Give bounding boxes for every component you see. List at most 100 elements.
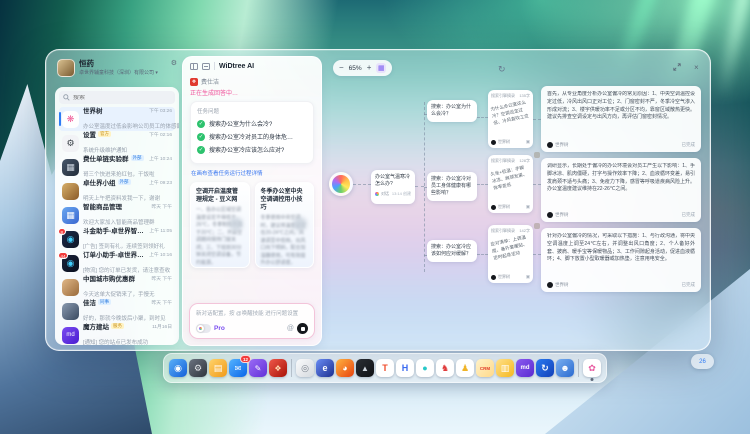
zoom-out-button[interactable]: − — [339, 64, 344, 72]
user-avatar[interactable] — [57, 59, 75, 77]
main-window: 恒药 卓世界辅童科技（深圳）有限公司 ▾ ⚙ ❋ — [45, 49, 711, 351]
layout-grid-icon[interactable]: ▦ — [376, 63, 386, 73]
chat-list-item[interactable]: ◉ 8 斗金助手-卓世界智能… 上午 11:05 [广告] 签到有礼，连续签到领… — [59, 227, 175, 251]
chat-name: 设置 — [83, 129, 96, 139]
result-card-title: 空调开启温度管理规定 - 豆义网 — [196, 188, 244, 204]
chat-list-item[interactable]: 中国城市购优惠群 昨天 下午 今天这单大促销来了，手慢无 — [59, 275, 175, 299]
dock-app-icon[interactable]: ↻ — [536, 359, 554, 377]
search-bar[interactable] — [59, 91, 175, 104]
zoom-in-button[interactable]: + — [367, 64, 372, 72]
user-company[interactable]: 卓世界辅童科技（深圳）有限公司 ▾ — [79, 69, 167, 76]
chat-list-item[interactable]: ❋ 世界树 下午 03:26 办公室温度过低会影响公司员工的体感舒适 — [59, 107, 175, 131]
search-note-node[interactable]: 搜索引擎摘录 135字 为什么办公室这么冷？空调设定过低、冷风直吹工位 世界树 … — [488, 90, 533, 148]
mindmap-canvas[interactable]: − 65% + ▦ ↻ × 办公室气温寒冷怎么办? 对话 — [326, 50, 710, 350]
dock-app-icon[interactable]: ◉ — [169, 359, 187, 377]
mention-skill-icon[interactable]: @ — [287, 325, 294, 332]
answer-text: 首先，从专业角度分析办公室偏冷的常见原因：1、中央空调温控设定过低，冷风出风口正… — [547, 91, 695, 139]
answer-card-node[interactable]: 首先，从专业角度分析办公室偏冷的常见原因：1、中央空调温控设定过低，冷风出风口正… — [541, 86, 701, 152]
dock-app-icon[interactable]: ▲ — [356, 359, 374, 377]
dock-app-icon[interactable]: H — [396, 359, 414, 377]
dock-app-icon[interactable]: ◎ — [296, 359, 314, 377]
refresh-icon[interactable]: ↻ — [498, 64, 506, 75]
chat-name: 智能商品管理 — [83, 201, 122, 211]
stop-generating-button[interactable] — [297, 323, 308, 334]
message-input-box[interactable]: 新对话配置，按 @唤醒技能 进行问题设置 Pro @ — [189, 303, 315, 339]
dock-app-icon[interactable]: md — [516, 359, 534, 377]
chat-list-item[interactable]: md 魔方建站 服务 11月16日 [通知] 您的站点已发布成功 — [59, 323, 175, 345]
dock-app-icon[interactable]: ▤ — [209, 359, 227, 377]
input-placeholder: 新对话配置，按 @唤醒技能 进行问题设置 — [196, 309, 308, 317]
dock-app-icon[interactable]: ♞ — [436, 359, 454, 377]
dock-app-icon[interactable]: ❖ — [269, 359, 287, 377]
generating-status: 正在生成回答中… — [190, 88, 314, 97]
close-icon[interactable]: × — [694, 63, 699, 72]
search-note-node[interactable]: 搜索引擎摘录 142字 应对清单：上调温度、备外套暖贴、定时起身活动 世界树 ▣ — [488, 225, 533, 283]
chat-list-item[interactable]: ◉ 44 订单小助手-卓世界智… 上午 10:16 [物流] 您的订单已发货，请… — [59, 251, 175, 275]
chat-badge: 外部 — [131, 155, 144, 162]
question-text: 搜索：办公室冷应该如何应对缓解？ — [431, 244, 473, 258]
collapse-sidebar-icon[interactable] — [190, 63, 198, 70]
dock-app-icon[interactable]: e — [316, 359, 334, 377]
chat-badge: 同事 — [98, 299, 111, 306]
chat-sidebar: 恒药 卓世界辅童科技（深圳）有限公司 ▾ ⚙ ❋ — [55, 57, 179, 346]
assistant-title: WiDtree AI — [219, 63, 254, 70]
chat-list-item[interactable]: ▦ 费仕单链实验群 外部 上午 10:24 哥三个快进来抢红包，干饭啦 — [59, 155, 175, 179]
root-question-node[interactable]: 办公室气温寒冷怎么办? 对话 13:14 创建 — [371, 170, 415, 204]
assistant-avatar-node[interactable] — [329, 172, 353, 196]
task-item[interactable]: ✓ 搜索办公室冷对员工的身体危… — [197, 132, 307, 141]
gear-icon[interactable]: ⚙ — [171, 59, 177, 67]
copy-icon[interactable]: ▣ — [526, 139, 530, 145]
search-input[interactable] — [73, 95, 171, 101]
answer-card-node[interactable]: 调研显示，长期处于偏冷的办公环境会对员工产生以下影响：1、手脚冰凉、肌肉僵硬，打… — [541, 158, 701, 222]
root-footer-label: 对话 — [381, 191, 389, 197]
root-footer-time: 13:14 创建 — [392, 191, 411, 197]
task-item[interactable]: ✓ 搜索办公室为什么会冷? — [197, 119, 307, 128]
question-node[interactable]: 搜索：办公室冷对员工身体健康有哪些影响？ — [427, 172, 477, 201]
expand-icon[interactable] — [673, 63, 681, 73]
chat-list-item[interactable]: ⚙ 设置 官方 下午 02:16 系统升级维护通知 — [59, 131, 175, 155]
chat-avatar: ▦ — [62, 159, 79, 176]
dock-app-icon[interactable]: ⚙ — [189, 359, 207, 377]
chat-time: 下午 02:16 — [149, 131, 172, 138]
question-node[interactable]: 搜索：办公室为什么会冷？ — [427, 100, 477, 122]
dock-app-icon[interactable]: T — [376, 359, 394, 377]
task-list: ✓ 搜索办公室为什么会冷? ✓ 搜索办公室冷对员工的身体危… ✓ 搜索办公室冷应… — [197, 119, 307, 154]
dock: ◉ ⚙ ▤ ✉ 12 — [163, 353, 607, 383]
answer-text: 针对办公室偏冷的情况，可采取以下措施：1、与行政沟通，将中央空调温度上调至24℃… — [547, 233, 695, 279]
search-note-node[interactable]: 搜索引擎摘录 128字 久坐+低温：手脚冰凉、肩颈发紧、效率变低 世界树 ▣ — [488, 155, 533, 213]
task-text: 搜索办公室为什么会冷? — [209, 119, 272, 128]
note-body: 久坐+低温：手脚冰凉、肩颈发紧、效率变低 — [487, 160, 533, 207]
process-detail-link[interactable]: 在画布查看任务运行过程详情 — [191, 169, 313, 177]
chat-list-item[interactable]: 佳洁 同事 昨天 下午 好的，那就今晚饭后小聚，到时见 — [59, 299, 175, 323]
dock-separator — [291, 359, 292, 377]
chat-name: 费仕单链实验群 — [83, 153, 129, 163]
dock-app-icon[interactable]: ● — [416, 359, 434, 377]
zoom-level: 65% — [349, 65, 362, 72]
result-card[interactable]: 空调开启温度管理规定 - 豆义网 一、各办公区域空调温度设定不得低于26℃，冬季… — [190, 182, 250, 268]
node-marker — [534, 152, 540, 158]
dock-app-icon[interactable]: ☻ — [556, 359, 574, 377]
task-item[interactable]: ✓ 搜索办公室冷应该怎么应对? — [197, 145, 307, 154]
pro-toggle[interactable] — [196, 324, 211, 333]
dock-app-icon[interactable]: ✉ 12 — [229, 359, 247, 377]
context-tag[interactable]: ❖ 费仕洁 — [190, 77, 314, 86]
dock-app-icon[interactable]: ▥ — [496, 359, 514, 377]
answer-card-node[interactable]: 针对办公室偏冷的情况，可采取以下措施：1、与行政沟通，将中央空调温度上调至24℃… — [541, 228, 701, 292]
desktop-widget[interactable]: 26 — [691, 354, 714, 369]
chat-list-item[interactable]: 卓仕界小组 外部 上午 09:23 明天上午把资料发我一下，谢谢 — [59, 179, 175, 203]
connector — [533, 184, 541, 185]
blurred-thumbnail — [229, 217, 243, 231]
dock-app-icon[interactable]: CRM — [476, 359, 494, 377]
result-card[interactable]: 冬季办公室中央空调调控用小技巧 冬季使用中央空调时，建议将温度设定在20-24℃… — [255, 182, 315, 268]
question-node[interactable]: 搜索：办公室冷应该如何应对缓解？ — [427, 240, 477, 262]
dock-app-icon[interactable]: ♟ — [456, 359, 474, 377]
dock-app-icon[interactable]: ✎ — [249, 359, 267, 377]
connector — [477, 254, 488, 255]
canvas-view-icon[interactable] — [202, 63, 210, 70]
copy-icon[interactable]: ▣ — [526, 274, 530, 280]
dock-app-icon[interactable]: ✿ — [583, 359, 601, 377]
dock-app-icon[interactable]: ◕ — [336, 359, 354, 377]
copy-icon[interactable]: ▣ — [526, 204, 530, 210]
question-text: 搜索：办公室冷对员工身体健康有哪些影响？ — [431, 176, 473, 197]
chat-list-item[interactable]: ▦ 智能商品管理 昨天 下午 欢迎大家加入智能商品管理群 — [59, 203, 175, 227]
